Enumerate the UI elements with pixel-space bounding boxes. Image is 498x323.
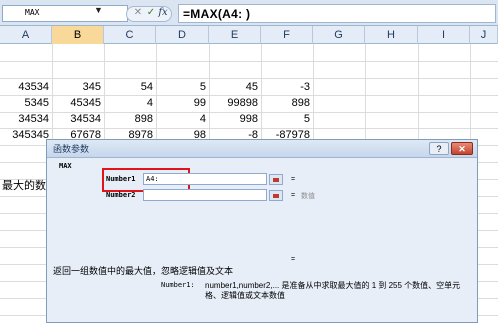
cell-d4[interactable]: 5 xyxy=(156,79,209,95)
cell-a6[interactable]: 34534 xyxy=(0,111,52,127)
cell-f6[interactable]: 5 xyxy=(261,111,313,127)
dialog-title-bar[interactable]: 函数参数 ? ✕ xyxy=(47,140,477,158)
column-header-d[interactable]: D xyxy=(156,26,209,44)
cell-d6[interactable]: 4 xyxy=(156,111,209,127)
column-header-i[interactable]: I xyxy=(418,26,470,44)
cell-c5[interactable]: 4 xyxy=(104,95,156,111)
cell-b5[interactable]: 45345 xyxy=(52,95,104,111)
column-header-j[interactable]: J xyxy=(470,26,498,44)
cell-b4[interactable]: 345 xyxy=(52,79,104,95)
cell-f5[interactable]: 898 xyxy=(261,95,313,111)
number1-collapse-icon[interactable] xyxy=(269,174,283,185)
cell-b6[interactable]: 34534 xyxy=(52,111,104,127)
column-header-a[interactable]: A xyxy=(0,26,52,44)
column-header-h[interactable]: H xyxy=(365,26,418,44)
number1-equals: = xyxy=(291,176,296,183)
cell-e6[interactable]: 998 xyxy=(209,111,261,127)
number2-equals: = xyxy=(291,192,296,199)
formula-bar: MAX ▼ ✕ ✓ fx =MAX(A4: ) xyxy=(0,0,498,26)
cancel-icon[interactable]: ✕ xyxy=(132,6,144,20)
close-button[interactable]: ✕ xyxy=(451,142,473,155)
column-header-g[interactable]: G xyxy=(313,26,365,44)
cell-c4[interactable]: 54 xyxy=(104,79,156,95)
number2-result: 数值 xyxy=(301,193,315,200)
function-description: 返回一组数值中的最大值，忽略逻辑值及文本 xyxy=(53,266,234,276)
arg-description-text: number1,number2,... 是准备从中求取最大值的 1 到 255 … xyxy=(205,281,461,300)
function-name: MAX xyxy=(59,162,72,170)
column-header-f[interactable]: F xyxy=(261,26,313,44)
number2-collapse-icon[interactable] xyxy=(269,190,283,201)
side-label: 最大的数 xyxy=(2,180,46,192)
enter-icon[interactable]: ✓ xyxy=(145,6,157,20)
function-arguments-dialog: 函数参数 ? ✕ MAX Number1 A4: = Number2 = 数值 … xyxy=(46,139,478,323)
cell-d5[interactable]: 99 xyxy=(156,95,209,111)
column-header-b[interactable]: B xyxy=(52,26,104,44)
insert-function-icon[interactable]: fx xyxy=(157,6,169,20)
number2-label: Number2 xyxy=(106,191,136,199)
name-box[interactable]: MAX xyxy=(2,5,128,22)
column-header-e[interactable]: E xyxy=(209,26,261,44)
cell-a7[interactable]: 345345 xyxy=(0,127,52,143)
arg-description-label: Number1: xyxy=(161,281,195,289)
help-button[interactable]: ? xyxy=(429,142,449,155)
name-box-dropdown-icon[interactable]: ▼ xyxy=(94,5,103,15)
cell-f4[interactable]: -3 xyxy=(261,79,313,95)
cell-a4[interactable]: 43534 xyxy=(0,79,52,95)
number2-input[interactable] xyxy=(143,189,267,201)
number1-input[interactable]: A4: xyxy=(143,173,267,185)
cell-e5[interactable]: 99898 xyxy=(209,95,261,111)
column-header-c[interactable]: C xyxy=(104,26,156,44)
result-equals: = xyxy=(291,256,296,263)
cell-a5[interactable]: 5345 xyxy=(0,95,52,111)
dialog-title: 函数参数 xyxy=(53,144,90,154)
cell-e4[interactable]: 45 xyxy=(209,79,261,95)
number1-label: Number1 xyxy=(106,175,136,183)
formula-input[interactable]: =MAX(A4: ) xyxy=(178,4,496,23)
cell-c6[interactable]: 898 xyxy=(104,111,156,127)
column-header-row: A B C D E F G H I J xyxy=(0,26,498,44)
